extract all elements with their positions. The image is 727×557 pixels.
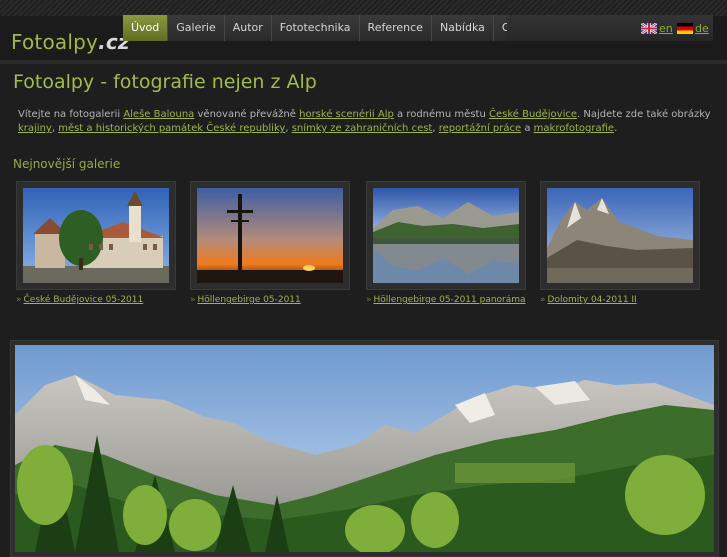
gallery-thumbnail-frame[interactable] [16,181,176,290]
main-nav: Úvod Galerie Autor Fototechnika Referenc… [123,15,552,41]
intro-segment: a rodnému městu [393,109,489,120]
intro-segment: a [521,123,534,134]
bullet-icon: » [190,295,196,305]
language-de[interactable]: de [677,22,709,35]
nav-item-fototechnika[interactable]: Fototechnika [272,15,360,41]
gallery-link[interactable]: Höllengebirge 05-2011 panoráma [374,295,526,305]
gallery-thumbnail-frame[interactable] [540,181,700,290]
link-krajiny[interactable]: krajiny [18,123,52,134]
nav-item-reference[interactable]: Reference [360,15,432,41]
gallery-caption: » Dolomity 04-2011 II [540,295,700,305]
gallery-caption: » Höllengebirge 05-2011 panoráma [366,295,526,305]
language-en[interactable]: en [641,22,673,35]
gallery-link[interactable]: Höllengebirge 05-2011 [198,295,301,305]
language-de-link[interactable]: de [695,22,709,35]
gallery-card: » Höllengebirge 05-2011 [190,181,350,305]
header-divider [0,60,727,64]
bullet-icon: » [540,295,546,305]
gallery-card: » České Budějovice 05-2011 [16,181,176,305]
top-stripe [0,0,727,16]
intro-segment: . Najdete zde také obrázky [577,109,711,120]
link-mest-pamatek[interactable]: měst a historických památek České republ… [58,123,285,134]
link-ceske-budejovice[interactable]: České Budějovice [489,109,577,120]
intro-text: Vítejte na fotogalerii Aleše Balouna věn… [18,108,718,136]
gallery-card: » Höllengebirge 05-2011 panoráma [366,181,526,305]
gallery-card: » Dolomity 04-2011 II [540,181,700,305]
intro-segment: . [614,123,618,134]
language-en-link[interactable]: en [659,22,673,35]
link-author[interactable]: Aleše Balouna [123,109,194,120]
nav-item-nabidka[interactable]: Nabídka [432,15,494,41]
germany-flag-icon [677,23,693,34]
logo-main: Fotoalpy [11,30,99,54]
site-logo[interactable]: Fotoalpy.cz [11,30,130,54]
uk-flag-icon [641,23,657,34]
hero-photo-mountains[interactable] [15,345,714,552]
intro-segment: Vítejte na fotogalerii [18,109,124,120]
gallery-link[interactable]: Dolomity 04-2011 II [548,295,637,305]
link-reportazni-prace[interactable]: reportážní práce [439,123,521,134]
link-zahranicni-cesty[interactable]: snímky ze zahraničních cest [292,123,433,134]
link-makrofotografie[interactable]: makrofotografie [534,123,614,134]
intro-segment: věnované převážně [194,109,300,120]
gallery-thumbnail-town[interactable] [23,188,169,283]
bullet-icon: » [366,295,372,305]
link-alps[interactable]: horské scenérii Alp [299,109,394,120]
gallery-thumbnail-dolomites[interactable] [547,188,693,283]
nav-item-uvod[interactable]: Úvod [123,15,169,41]
gallery-thumbnail-frame[interactable] [366,181,526,290]
galleries-heading: Nejnovější galerie [13,157,121,171]
gallery-caption: » České Budějovice 05-2011 [16,295,176,305]
nav-item-galerie[interactable]: Galerie [168,15,225,41]
gallery-thumbnail-lake[interactable] [373,188,519,283]
gallery-thumbnail-cross[interactable] [197,188,343,283]
gallery-caption: » Höllengebirge 05-2011 [190,295,350,305]
nav-item-autor[interactable]: Autor [225,15,272,41]
page-title: Fotoalpy - fotografie nejen z Alp [13,71,317,93]
gallery-thumbnail-frame[interactable] [190,181,350,290]
bullet-icon: » [16,295,22,305]
gallery-link[interactable]: České Budějovice 05-2011 [24,295,144,305]
hero-photo-frame [10,340,719,557]
